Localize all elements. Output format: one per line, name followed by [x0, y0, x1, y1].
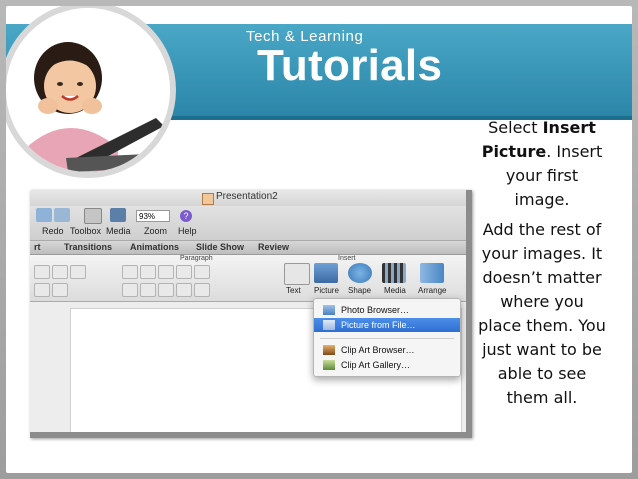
clip-art-gallery-label: Clip Art Gallery… [341, 360, 411, 370]
toolbox-label: Toolbox [70, 226, 102, 236]
arrange-icon[interactable] [420, 263, 444, 283]
text-label: Text [286, 286, 301, 295]
help-label: Help [178, 226, 197, 236]
tab-animations[interactable]: Animations [130, 241, 179, 254]
align-left-icon[interactable] [122, 283, 138, 297]
tab-review[interactable]: Review [258, 241, 289, 254]
menu-item-clip-art-browser[interactable]: Clip Art Browser… [314, 343, 460, 357]
clip-art-browser-label: Clip Art Browser… [341, 345, 415, 355]
presentation-file-icon [202, 193, 214, 205]
picture-file-icon [323, 320, 335, 330]
text-box-icon[interactable] [284, 263, 310, 285]
child-laptop-illustration [6, 8, 170, 172]
help-icon[interactable]: ? [180, 210, 192, 222]
toolbox-icon[interactable] [84, 208, 102, 224]
font-size-down-icon[interactable] [34, 265, 50, 279]
slide-frame: Tech & Learning Tutorials Select Insert … [6, 6, 632, 473]
media-ribbon-label: Media [384, 286, 406, 295]
tab-partial[interactable]: rt [34, 241, 41, 254]
font-color-icon[interactable] [34, 283, 50, 297]
media-icon[interactable] [110, 208, 126, 222]
powerpoint-screenshot: Presentation2 93% ? Redo Toolbox Media Z… [30, 190, 472, 438]
instruction-step-2: Add the rest of your images. It doesn’t … [478, 220, 606, 407]
home-ribbon: Paragraph Insert Text Picture Shape Medi… [30, 255, 466, 302]
clip-art-gallery-icon [323, 360, 335, 370]
shape-label: Shape [348, 286, 372, 295]
ribbon-tabs: rt Transitions Animations Slide Show Rev… [30, 241, 466, 255]
redo-label: Redo [42, 226, 64, 236]
slide: Tech & Learning Tutorials Select Insert … [0, 0, 638, 479]
outdent-icon[interactable] [176, 265, 192, 279]
columns-icon[interactable] [194, 283, 210, 297]
brand-title: Tutorials [257, 41, 443, 90]
picture-icon[interactable] [314, 263, 338, 283]
line-spacing-icon[interactable] [194, 265, 210, 279]
bullets-icon[interactable] [122, 265, 138, 279]
tab-transitions[interactable]: Transitions [64, 241, 112, 254]
media-label: Media [106, 226, 131, 236]
menu-item-clip-art-gallery[interactable]: Clip Art Gallery… [314, 358, 460, 372]
align-center-icon[interactable] [140, 283, 156, 297]
media-film-icon[interactable] [382, 263, 406, 283]
insert-group-label: Insert [338, 255, 356, 262]
shape-icon[interactable] [348, 263, 372, 283]
zoom-label: Zoom [144, 226, 168, 236]
clear-format-icon[interactable] [70, 265, 86, 279]
photo-browser-label: Photo Browser… [341, 305, 410, 315]
indent-icon[interactable] [158, 265, 174, 279]
picture-dropdown-menu: Photo Browser… Picture from File… Clip A… [313, 298, 461, 377]
undo-icon[interactable] [36, 208, 52, 222]
instruction-text: Select Insert Picture. Insert your first… [477, 116, 607, 416]
numbering-icon[interactable] [140, 265, 156, 279]
menu-item-photo-browser[interactable]: Photo Browser… [314, 303, 460, 317]
picture-from-file-label: Picture from File… [341, 320, 416, 330]
menu-separator [320, 338, 454, 339]
paragraph-group-label: Paragraph [180, 255, 213, 262]
font-size-up-icon[interactable] [52, 265, 68, 279]
menu-item-picture-from-file[interactable]: Picture from File… [314, 318, 460, 332]
clip-art-browser-icon [323, 345, 335, 355]
highlight-icon[interactable] [52, 283, 68, 297]
photo-browser-icon [323, 305, 335, 315]
arrange-label: Arrange [418, 286, 447, 295]
document-title: Presentation2 [216, 191, 278, 202]
standard-toolbar: 93% ? Redo Toolbox Media Zoom Help [30, 206, 466, 241]
justify-icon[interactable] [176, 283, 192, 297]
tab-slide-show[interactable]: Slide Show [196, 241, 244, 254]
redo-icon[interactable] [54, 208, 70, 222]
instruction-1a: Select [488, 118, 543, 137]
picture-label: Picture [314, 286, 339, 295]
align-right-icon[interactable] [158, 283, 174, 297]
instruction-step-1: Select Insert Picture. Insert your first… [477, 116, 607, 212]
zoom-field[interactable]: 93% [136, 210, 170, 222]
child-laptop-photo [6, 6, 176, 178]
window-titlebar: Presentation2 [30, 190, 466, 206]
